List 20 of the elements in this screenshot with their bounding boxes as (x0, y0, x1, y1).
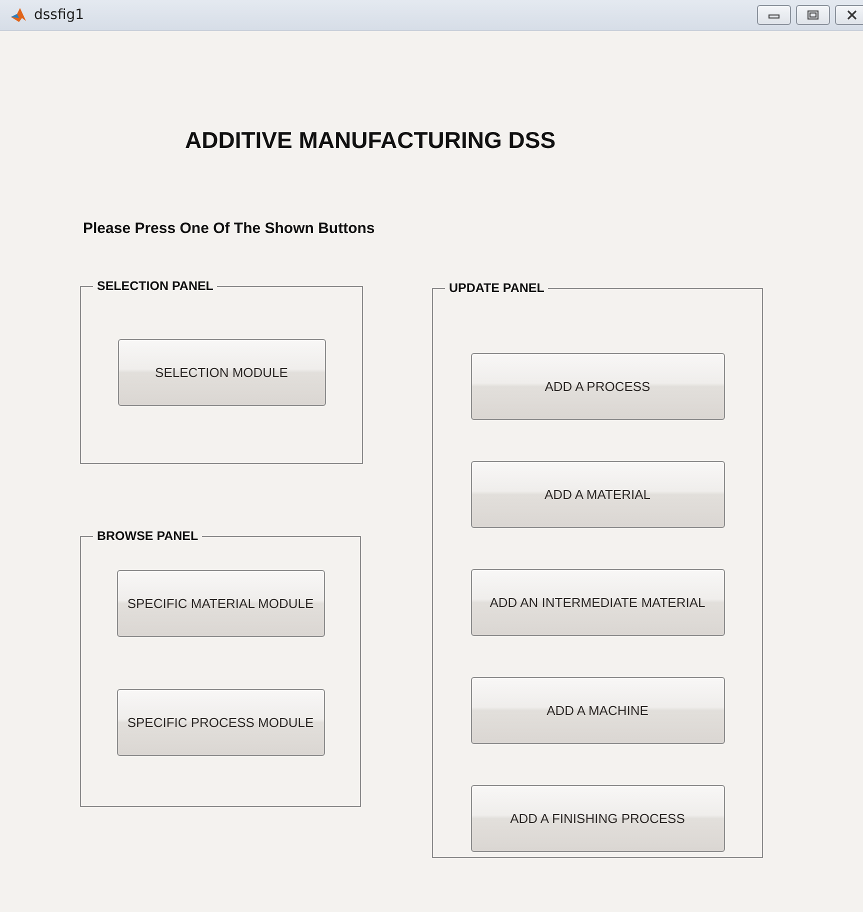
module-button[interactable]: ADD AN INTERMEDIATE MATERIAL (470, 569, 724, 636)
minimize-button[interactable] (757, 5, 791, 25)
module-button[interactable]: SELECTION MODULE (118, 339, 326, 406)
maximize-icon (807, 10, 819, 20)
app-logo-icon (10, 6, 28, 24)
window-title: dssfig1 (34, 7, 84, 23)
module-button[interactable]: SPECIFIC PROCESS MODULE (116, 689, 324, 756)
close-button[interactable] (835, 5, 863, 25)
module-button[interactable]: ADD A FINISHING PROCESS (470, 785, 724, 852)
module-button[interactable]: SPECIFIC MATERIAL MODULE (116, 570, 324, 637)
prompt-text: Please Press One Of The Shown Buttons (83, 220, 376, 237)
panel-title: UPDATE PANEL (448, 281, 546, 295)
module-button[interactable]: ADD A PROCESS (470, 353, 724, 420)
heading: ADDITIVE MANUFACTURING DSS (185, 127, 557, 154)
module-button[interactable]: ADD A MATERIAL (470, 461, 724, 528)
panel-title: SELECTION PANEL (96, 279, 214, 293)
module-button[interactable]: ADD A MACHINE (470, 677, 724, 744)
panel-title: BROWSE PANEL (96, 529, 200, 543)
close-icon (846, 10, 858, 20)
maximize-button[interactable] (796, 5, 830, 25)
